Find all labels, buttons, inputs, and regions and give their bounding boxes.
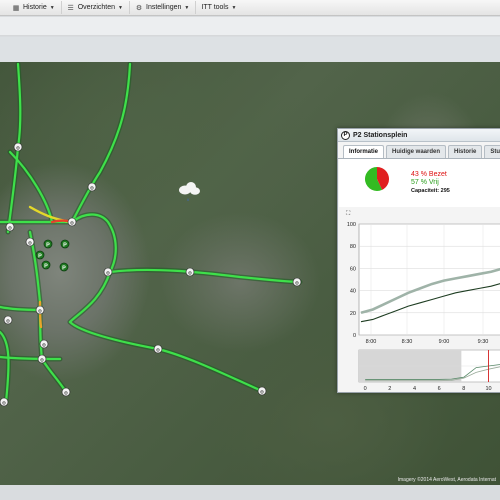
parking-icon: P — [341, 130, 350, 140]
tab-informatie[interactable]: Informatie — [343, 145, 385, 158]
toolbar: ▦ Historie ▼ ☰ Overzichten ▼ ⚙ Instellin… — [0, 0, 500, 16]
svg-text:P: P — [62, 266, 66, 272]
subheader-band — [0, 17, 500, 36]
x-tick-label: 8:30 — [402, 339, 413, 345]
chart-svg: 0 20 40 60 80 100 8:00 8:30 9:00 9:30 0 2 4 6 8 10 — [347, 222, 500, 392]
x-tick-label: 9:00 — [439, 339, 450, 345]
y-tick-label: 20 — [350, 311, 356, 317]
map-attribution: Imagery ©2014 AeroWest, Aerodata Interna… — [397, 477, 496, 483]
svg-text:P: P — [44, 264, 48, 270]
y-tick-label: 80 — [350, 244, 356, 250]
svg-text:⊕: ⊕ — [42, 343, 46, 349]
svg-text:⊕: ⊕ — [8, 226, 12, 232]
main-chart-frame — [358, 223, 500, 336]
popup-header: P P2 Stationsplein — [338, 129, 500, 142]
svg-text:⊕: ⊕ — [260, 390, 264, 396]
tab-huidige-waarden[interactable]: Huidige waarden — [386, 145, 447, 158]
svg-text:⊕: ⊕ — [38, 309, 42, 315]
overzichten-menu[interactable]: ☰ Overzichten ▼ — [64, 1, 130, 14]
navigator-tick-label: 4 — [413, 386, 416, 392]
svg-text:⊕: ⊕ — [2, 401, 6, 407]
svg-text:P: P — [38, 254, 42, 260]
popup-title: P2 Stationsplein — [353, 131, 408, 139]
navigator-tick-label: 6 — [438, 386, 441, 392]
tab-historie[interactable]: Historie — [448, 145, 483, 158]
svg-text:⊕: ⊕ — [40, 358, 44, 364]
svg-text:⊕: ⊕ — [28, 241, 32, 247]
capacity-text: Capaciteit: 295 — [411, 188, 450, 194]
subheader-band-2 — [0, 37, 500, 62]
svg-text:⊕: ⊕ — [6, 319, 10, 325]
svg-text:⊕: ⊕ — [70, 221, 74, 227]
historie-label: Historie — [23, 4, 47, 11]
y-tick-label: 100 — [347, 222, 356, 228]
x-tick-label: 8:00 — [366, 339, 377, 345]
overzichten-label: Overzichten — [77, 4, 116, 11]
history-charts: 0 20 40 60 80 100 8:00 8:30 9:00 9:30 0 2 4 6 8 10 — [339, 217, 500, 393]
app-window: ▦ Historie ▼ ☰ Overzichten ▼ ⚙ Instellin… — [0, 0, 500, 500]
navigator-tick-label: 2 — [388, 386, 391, 392]
parking-info-popup: P P2 Stationsplein Informatie Huidige wa… — [337, 128, 500, 393]
popup-tabs: Informatie Huidige waarden Historie Stu — [338, 142, 500, 159]
y-tick-label: 60 — [350, 266, 356, 272]
table-icon: ▦ — [12, 4, 20, 12]
navigator-tick-label: 8 — [462, 386, 465, 392]
navigator-tick-label: 0 — [364, 386, 367, 392]
info-panel: 43 % Bezet 57 % Vrij Capaciteit: 295 — [339, 159, 500, 207]
tab-stu[interactable]: Stu — [484, 145, 500, 158]
instellingen-menu[interactable]: ⚙ Instellingen ▼ — [132, 1, 197, 14]
occupancy-pie — [365, 167, 389, 191]
free-text: 57 % Vrij — [411, 179, 439, 186]
instellingen-label: Instellingen — [146, 4, 182, 11]
occupied-text: 43 % Bezet — [411, 171, 447, 178]
gear-icon: ⚙ — [135, 4, 143, 12]
itt-tools-label: ITT tools — [201, 4, 229, 11]
svg-text:⊕: ⊕ — [90, 186, 94, 192]
y-tick-label: 40 — [350, 289, 356, 295]
navigator-tick-label: 10 — [485, 386, 491, 392]
x-tick-label: 9:30 — [478, 339, 489, 345]
historie-menu[interactable]: ▦ Historie ▼ — [9, 1, 62, 14]
svg-text://: // — [187, 197, 190, 202]
chevron-down-icon: ▼ — [118, 4, 123, 11]
svg-text:⊕: ⊕ — [106, 271, 110, 277]
chevron-down-icon: ▼ — [184, 4, 190, 11]
list-icon: ☰ — [67, 4, 74, 12]
svg-text:⊕: ⊕ — [16, 146, 20, 152]
svg-text:P: P — [46, 243, 50, 249]
svg-text:⊕: ⊕ — [188, 271, 192, 277]
svg-text:⊕: ⊕ — [156, 348, 160, 354]
itt-tools-menu[interactable]: ITT tools ▼ — [198, 1, 242, 14]
y-tick-label: 0 — [353, 333, 356, 339]
svg-text:P: P — [63, 243, 67, 249]
svg-text:⊕: ⊕ — [295, 281, 299, 287]
chevron-down-icon: ▼ — [49, 4, 55, 11]
chevron-down-icon: ▼ — [231, 4, 237, 11]
cloud-icon: // — [179, 182, 200, 202]
svg-text:⊕: ⊕ — [64, 391, 68, 397]
